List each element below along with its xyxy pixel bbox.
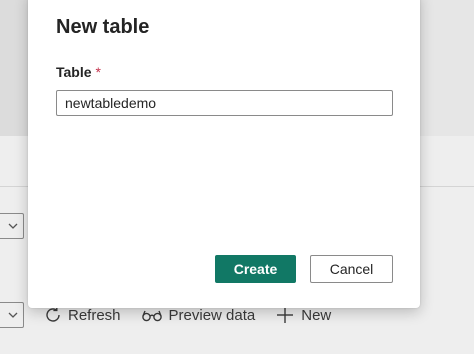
preview-data-label: Preview data: [168, 306, 256, 324]
required-marker: *: [95, 64, 101, 80]
cancel-button[interactable]: Cancel: [310, 255, 393, 283]
chevron-down-icon: [8, 312, 18, 318]
new-table-dialog: New table Table* Create Cancel: [28, 0, 420, 308]
new-label: New: [301, 306, 332, 324]
app-background: Refresh Preview data New New table Table…: [0, 0, 474, 354]
new-button[interactable]: New: [275, 305, 331, 325]
background-dropdown[interactable]: [0, 213, 24, 239]
table-label-text: Table: [56, 64, 92, 80]
dialog-title: New table: [56, 16, 150, 38]
create-button[interactable]: Create: [215, 255, 296, 283]
glasses-icon: [141, 310, 162, 322]
preview-data-button[interactable]: Preview data: [141, 306, 256, 324]
background-dropdown[interactable]: [0, 302, 24, 328]
plus-icon: [277, 307, 294, 323]
refresh-button[interactable]: Refresh: [44, 306, 121, 324]
table-field-label: Table *: [56, 64, 101, 80]
refresh-icon: [46, 307, 60, 322]
chevron-down-icon: [8, 223, 18, 229]
table-name-input[interactable]: [56, 90, 393, 116]
refresh-label: Refresh: [68, 306, 121, 324]
